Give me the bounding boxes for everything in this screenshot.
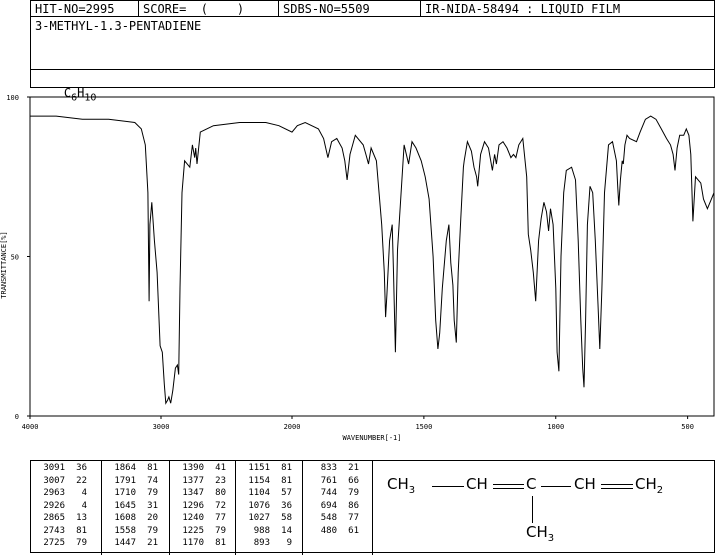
peak-wavenumber: 744	[320, 488, 337, 498]
x-tick-label: 500	[681, 423, 694, 431]
peak-transmittance: 81	[147, 463, 158, 473]
peak-transmittance: 9	[286, 538, 292, 548]
peak-transmittance: 79	[76, 538, 87, 548]
x-axis-label: WAVENUMBER[-1]	[342, 434, 401, 442]
x-tick-label: 3000	[153, 423, 170, 431]
peak-transmittance: 81	[76, 525, 87, 536]
peak-transmittance: 81	[281, 463, 292, 473]
peak-wavenumber: 1076	[248, 500, 270, 511]
peak-transmittance: 4	[81, 500, 87, 511]
peak-transmittance: 72	[215, 500, 226, 511]
peak-transmittance: 13	[76, 513, 87, 523]
peak-transmittance: 4	[81, 488, 87, 498]
peak-wavenumber: 1027	[248, 513, 270, 523]
struct-ch-a: CH	[466, 475, 488, 493]
plot-frame	[29, 96, 715, 417]
peak-wavenumber: 988	[253, 525, 270, 536]
x-axis-ticks: 4000 3000 2000 1500 1000 500	[22, 416, 694, 431]
y-tick-label: 50	[11, 254, 19, 262]
peak-wavenumber: 1608	[114, 513, 136, 523]
peak-transmittance: 41	[215, 463, 226, 473]
peak-wavenumber: 1225	[182, 525, 204, 536]
peak-transmittance: 36	[281, 500, 292, 511]
peak-transmittance: 79	[348, 488, 359, 498]
peak-wavenumber: 893	[253, 538, 270, 548]
peak-transmittance: 21	[348, 463, 359, 473]
peak-transmittance: 20	[147, 513, 158, 523]
peak-wavenumber: 694	[320, 500, 337, 511]
peak-transmittance: 77	[215, 513, 226, 523]
structure-diagram: CH3 CH C CH CH2 CH3	[381, 461, 714, 553]
peak-transmittance: 21	[147, 538, 158, 548]
spectrum-line	[30, 115, 715, 405]
struct-ch3: CH3	[387, 475, 416, 496]
peak-transmittance: 66	[348, 475, 359, 486]
x-tick-label: 1000	[547, 423, 564, 431]
peak-transmittance: 14	[281, 525, 292, 536]
peak-wavenumber: 833	[320, 463, 337, 473]
peak-wavenumber: 1791	[114, 475, 136, 486]
peak-transmittance: 79	[147, 525, 158, 536]
peak-transmittance: 31	[147, 500, 158, 511]
peak-table: 3091 36 3007 22 2963 4 2926 4 2865 13 2743 81 2725 79…	[30, 460, 715, 555]
peak-wavenumber: 1240	[182, 513, 204, 523]
y-axis-ticks: 100 50 0	[6, 94, 30, 421]
peak-wavenumber: 480	[320, 525, 337, 536]
peak-transmittance: 79	[215, 525, 226, 536]
peak-transmittance: 57	[281, 488, 292, 498]
peak-wavenumber: 2865	[43, 513, 65, 523]
peak-transmittance: 74	[147, 475, 158, 486]
struct-double-bond-1	[493, 484, 524, 489]
struct-methyl-bond	[532, 496, 533, 523]
peak-wavenumber: 2963	[43, 488, 65, 498]
ir-spectrum-chart: 100500 4000 3000 2000 1500 1000 500 TRANSMITT…	[0, 94, 715, 442]
peak-transmittance: 81	[281, 475, 292, 486]
peak-wavenumber: 1170	[182, 538, 204, 548]
peak-wavenumber: 1151	[248, 463, 270, 473]
y-axis-label: TRANSMITTANCE[%]	[0, 231, 8, 298]
struct-ch-b: CH	[574, 475, 596, 493]
x-tick-label: 2000	[284, 423, 301, 431]
peak-transmittance: 86	[348, 500, 359, 511]
peak-transmittance: 22	[76, 475, 87, 486]
peak-transmittance: 58	[281, 513, 292, 523]
peak-wavenumber: 3007	[43, 475, 65, 486]
peak-wavenumber: 1377	[182, 475, 204, 486]
peak-wavenumber: 1645	[114, 500, 136, 511]
peak-wavenumber: 1347	[182, 488, 204, 498]
peak-wavenumber: 1558	[114, 525, 136, 536]
struct-c: C	[526, 475, 537, 493]
x-tick-label: 4000	[22, 423, 39, 431]
peak-wavenumber: 1104	[248, 488, 270, 498]
peak-wavenumber: 3091	[43, 463, 65, 473]
peak-wavenumber: 1296	[182, 500, 204, 511]
peak-transmittance: 23	[215, 475, 226, 486]
peak-wavenumber: 2926	[43, 500, 65, 511]
peak-wavenumber: 2725	[43, 538, 65, 548]
struct-bond-1	[432, 486, 464, 487]
x-tick-label: 1500	[415, 423, 432, 431]
peak-wavenumber: 761	[320, 475, 337, 486]
peak-wavenumber: 1710	[114, 488, 136, 498]
struct-double-bond-2	[601, 484, 633, 489]
y-tick-label: 0	[15, 413, 19, 421]
peak-transmittance: 81	[215, 538, 226, 548]
peak-wavenumber: 1447	[114, 538, 136, 548]
peak-transmittance: 36	[76, 463, 87, 473]
struct-ch2: CH2	[635, 475, 664, 496]
peak-transmittance: 77	[348, 513, 359, 523]
struct-methyl: CH3	[526, 523, 555, 544]
peak-transmittance: 61	[348, 525, 359, 536]
peak-wavenumber: 1864	[114, 463, 136, 473]
peak-wavenumber: 2743	[43, 525, 65, 536]
peak-wavenumber: 548	[320, 513, 337, 523]
y-tick-label: 100	[6, 94, 19, 102]
peak-wavenumber: 1154	[248, 475, 270, 486]
struct-bond-2	[541, 486, 571, 487]
peak-transmittance: 79	[147, 488, 158, 498]
peak-transmittance: 80	[215, 488, 226, 498]
peak-wavenumber: 1390	[182, 463, 204, 473]
